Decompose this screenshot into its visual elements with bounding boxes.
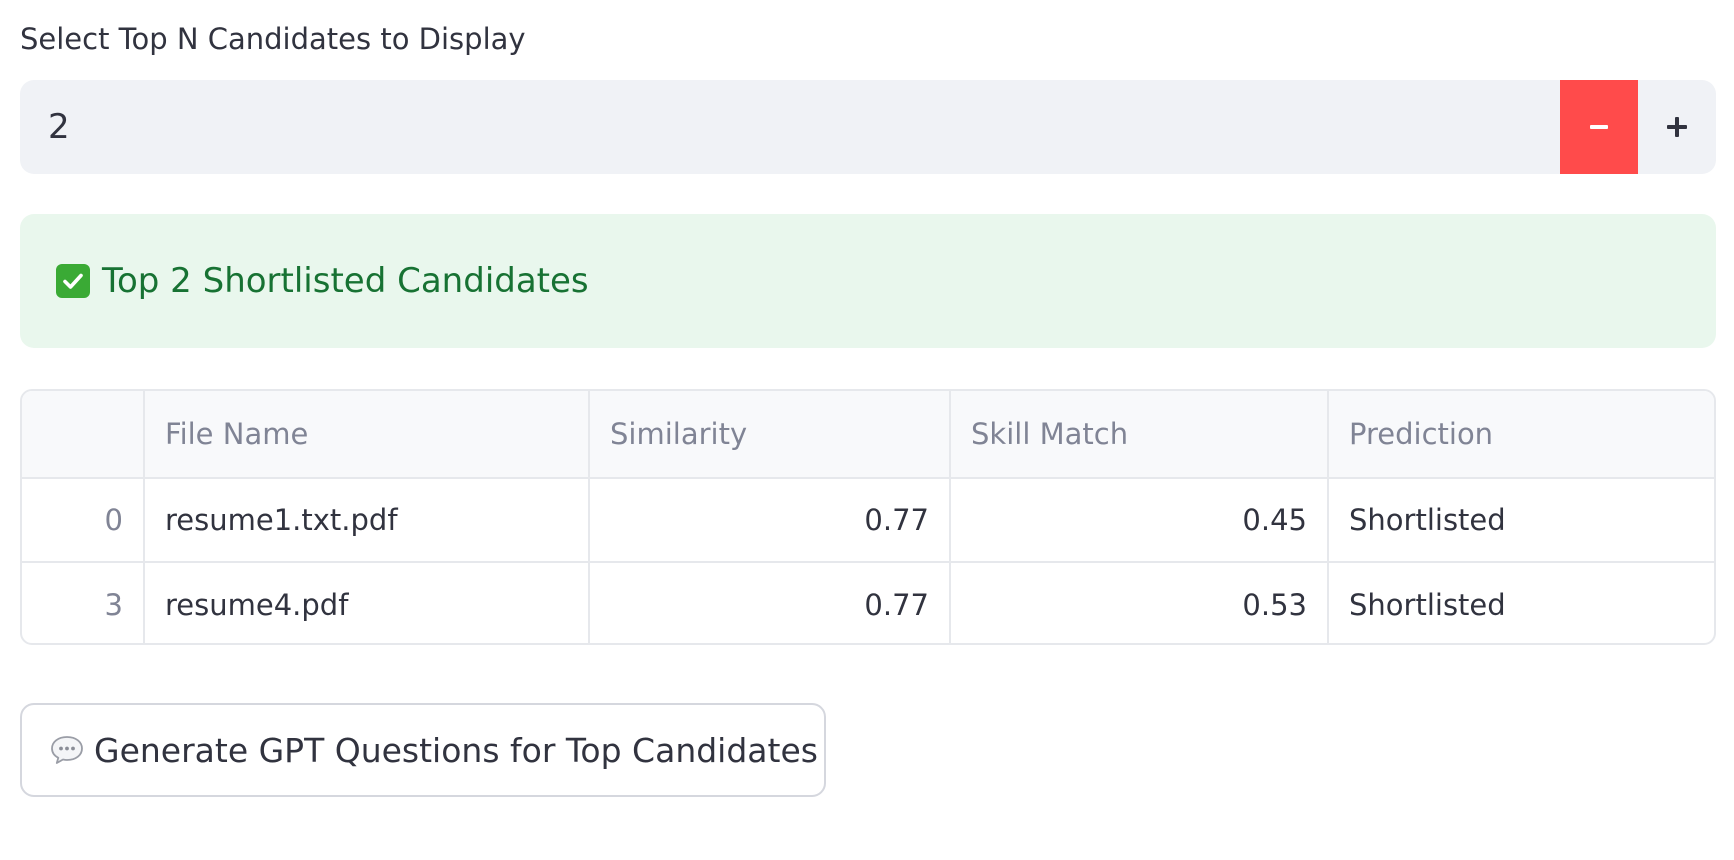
generate-gpt-questions-button[interactable]: Generate GPT Questions for Top Candidate… xyxy=(20,703,826,797)
row-index-cell[interactable]: 0 xyxy=(22,478,145,563)
number-input-label: Select Top N Candidates to Display xyxy=(20,22,526,56)
column-header-similarity[interactable]: Similarity xyxy=(589,391,951,479)
plus-icon xyxy=(1667,117,1687,137)
column-header-prediction[interactable]: Prediction xyxy=(1328,391,1714,479)
decrement-button[interactable] xyxy=(1560,80,1638,174)
success-alert: Top 2 Shortlisted Candidates xyxy=(20,214,1716,348)
file-name-cell[interactable]: resume4.pdf xyxy=(144,562,590,643)
speech-bubble-icon xyxy=(51,736,83,764)
minus-icon xyxy=(1590,125,1608,129)
similarity-cell[interactable]: 0.77 xyxy=(589,562,951,643)
table-row: 0 resume1.txt.pdf 0.77 0.45 Shortlisted xyxy=(22,478,1714,563)
column-header-file-name[interactable]: File Name xyxy=(144,391,590,479)
similarity-cell[interactable]: 0.77 xyxy=(589,478,951,563)
top-n-value-field[interactable] xyxy=(48,80,1348,174)
column-header-index[interactable] xyxy=(22,391,145,479)
success-alert-text: Top 2 Shortlisted Candidates xyxy=(102,261,589,301)
check-mark-icon xyxy=(56,264,90,298)
skill-match-cell[interactable]: 0.53 xyxy=(950,562,1329,643)
increment-button[interactable] xyxy=(1638,80,1716,174)
top-n-number-input xyxy=(20,80,1716,174)
table-header-row: File Name Similarity Skill Match Predict… xyxy=(22,391,1714,479)
table-row: 3 resume4.pdf 0.77 0.53 Shortlisted xyxy=(22,562,1714,643)
streamlit-page: Select Top N Candidates to Display Top 2… xyxy=(0,0,1734,860)
candidates-dataframe: File Name Similarity Skill Match Predict… xyxy=(20,389,1716,645)
prediction-cell[interactable]: Shortlisted xyxy=(1328,562,1714,643)
column-header-skill-match[interactable]: Skill Match xyxy=(950,391,1329,479)
generate-gpt-questions-label: Generate GPT Questions for Top Candidate… xyxy=(94,730,818,770)
skill-match-cell[interactable]: 0.45 xyxy=(950,478,1329,563)
file-name-cell[interactable]: resume1.txt.pdf xyxy=(144,478,590,563)
row-index-cell[interactable]: 3 xyxy=(22,562,145,643)
prediction-cell[interactable]: Shortlisted xyxy=(1328,478,1714,563)
